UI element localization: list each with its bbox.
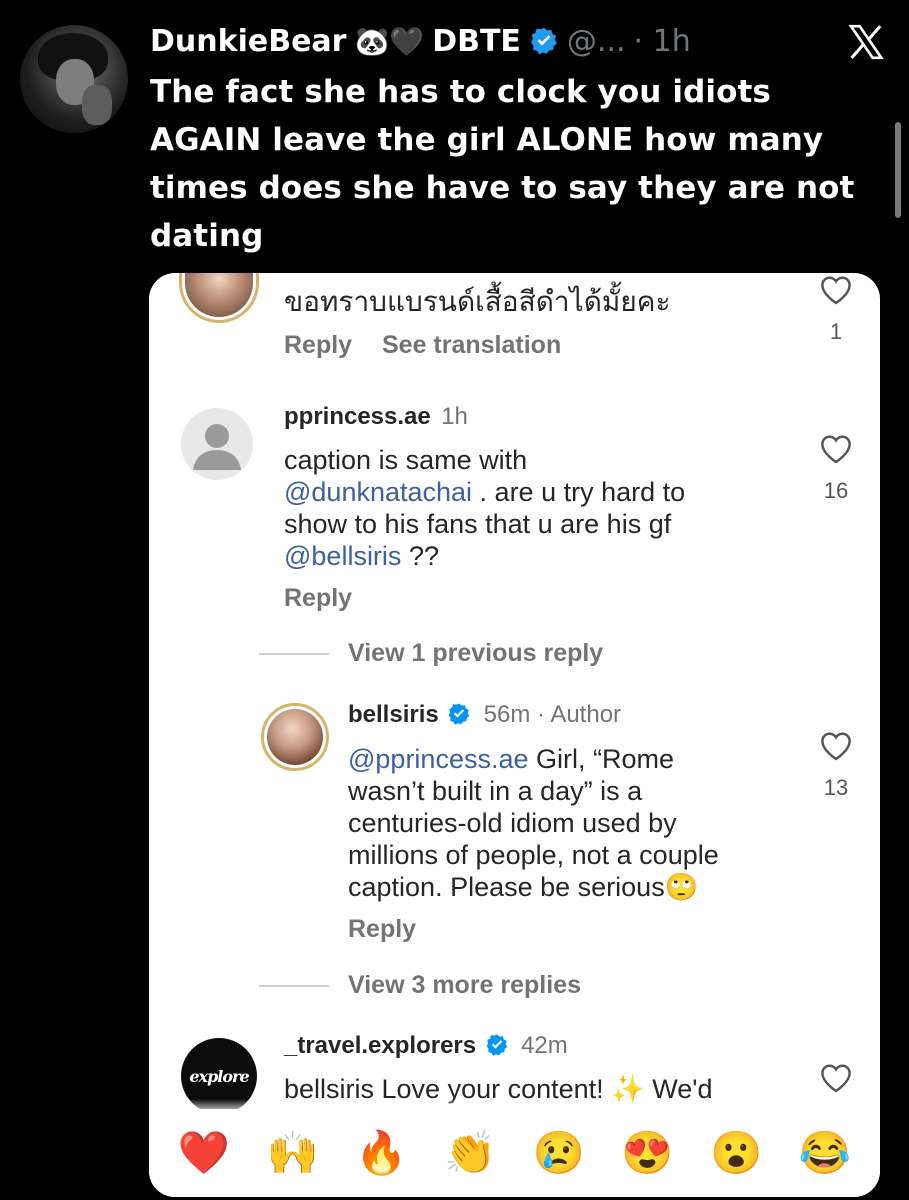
x-logo-icon[interactable] bbox=[846, 22, 886, 62]
comment-username[interactable]: pprincess.ae bbox=[284, 403, 431, 430]
comment-line: caption. Please be serious🙄 bbox=[348, 872, 699, 902]
mention-link[interactable]: @bellsiris bbox=[284, 541, 401, 571]
like-count: 13 bbox=[823, 775, 849, 800]
like-count: 1 bbox=[829, 319, 843, 344]
comment-time: 42m bbox=[521, 1032, 568, 1059]
thread-divider bbox=[259, 985, 329, 987]
reaction-laughing[interactable]: 😂 bbox=[796, 1132, 854, 1174]
tweet-header: DunkieBear 🐼🖤 DBTE @... · 1h bbox=[150, 20, 691, 62]
default-avatar-icon[interactable] bbox=[181, 408, 253, 480]
author-handle[interactable]: @... bbox=[567, 24, 626, 59]
heart-icon[interactable] bbox=[819, 275, 853, 305]
comment-line: wasn’t built in a day” is a bbox=[348, 776, 643, 806]
view-previous-reply-button[interactable]: View 1 previous reply bbox=[348, 639, 603, 668]
thread-divider bbox=[259, 653, 329, 655]
see-translation-button[interactable]: See translation bbox=[382, 331, 561, 360]
reply-button[interactable]: Reply bbox=[348, 915, 416, 944]
reply-button[interactable]: Reply bbox=[284, 331, 352, 360]
comment-text: caption is same with @dunknatachai . are… bbox=[284, 444, 804, 572]
author-name-suffix[interactable]: DBTE bbox=[432, 24, 521, 59]
reaction-heart-eyes[interactable]: 😍 bbox=[619, 1132, 677, 1174]
avatar-logo-text: explore bbox=[189, 1066, 249, 1086]
author-display-name[interactable]: DunkieBear bbox=[150, 24, 346, 59]
like-count: 16 bbox=[823, 478, 849, 503]
verified-badge-icon bbox=[529, 26, 559, 56]
reaction-surprised[interactable]: 😮 bbox=[707, 1132, 765, 1174]
embedded-instagram-screenshot[interactable]: ขอทราบแบรนด์เสื้อสีดำได้มั้ยคะ Reply See… bbox=[149, 273, 880, 1197]
reaction-bar: ❤️ 🙌 🔥 👏 😢 😍 😮 😂 bbox=[149, 1109, 880, 1197]
heart-icon[interactable] bbox=[819, 434, 853, 464]
reply-button[interactable]: Reply bbox=[284, 584, 352, 613]
comment-username[interactable]: _travel.explorers bbox=[284, 1032, 476, 1059]
comment-line: millions of people, not a couple bbox=[348, 840, 719, 870]
comment-line-text: Girl, “Rome bbox=[528, 744, 675, 774]
commenter-avatar[interactable] bbox=[179, 273, 259, 323]
reaction-heart[interactable]: ❤️ bbox=[175, 1132, 233, 1174]
tweet-text: The fact she has to clock you idiots AGA… bbox=[150, 74, 855, 254]
mention-link[interactable]: @pprincess.ae bbox=[348, 744, 529, 774]
heart-icon[interactable] bbox=[819, 731, 853, 761]
comment-header: _travel.explorers 42m bbox=[284, 1032, 568, 1060]
comment-line: centuries-old idiom used by bbox=[348, 808, 677, 838]
comment-line: @pprincess.ae Girl, “Rome bbox=[348, 743, 788, 775]
name-emojis: 🐼🖤 bbox=[354, 24, 425, 58]
comment-line-text: ?? bbox=[401, 541, 439, 571]
verified-badge-icon bbox=[447, 702, 471, 726]
author-avatar[interactable] bbox=[20, 25, 128, 133]
comment-line: @dunknatachai . are u try hard to bbox=[284, 476, 804, 508]
comment-header: bellsiris 56m · Author bbox=[348, 701, 621, 729]
reaction-crying[interactable]: 😢 bbox=[530, 1132, 588, 1174]
comment-text: @pprincess.ae Girl, “Rome wasn’t built i… bbox=[348, 743, 788, 903]
tweet-time[interactable]: · 1h bbox=[634, 24, 691, 59]
view-more-replies-button[interactable]: View 3 more replies bbox=[348, 971, 581, 1000]
comment-line: @bellsiris ?? bbox=[284, 540, 804, 572]
comment-time: 1h bbox=[441, 403, 468, 430]
comment-line: caption is same with bbox=[284, 445, 528, 475]
commenter-avatar[interactable] bbox=[261, 703, 329, 771]
comment-header: pprincess.ae 1h bbox=[284, 403, 468, 431]
reaction-raised-hands[interactable]: 🙌 bbox=[264, 1132, 322, 1174]
scrollbar[interactable] bbox=[895, 122, 901, 218]
comment-line-text: . are u try hard to bbox=[472, 477, 686, 507]
heart-icon[interactable] bbox=[819, 1063, 853, 1093]
comment-username[interactable]: bellsiris bbox=[348, 701, 439, 728]
comment-line: show to his fans that u are his gf bbox=[284, 509, 672, 539]
mention-link[interactable]: @dunknatachai bbox=[284, 477, 472, 507]
reaction-fire[interactable]: 🔥 bbox=[352, 1132, 410, 1174]
comment-time: 56m · Author bbox=[483, 701, 622, 728]
verified-badge-icon bbox=[485, 1033, 509, 1057]
comment-text: ขอทราบแบรนด์เสื้อสีดำได้มั้ยคะ bbox=[284, 286, 671, 317]
reaction-clap[interactable]: 👏 bbox=[441, 1132, 499, 1174]
